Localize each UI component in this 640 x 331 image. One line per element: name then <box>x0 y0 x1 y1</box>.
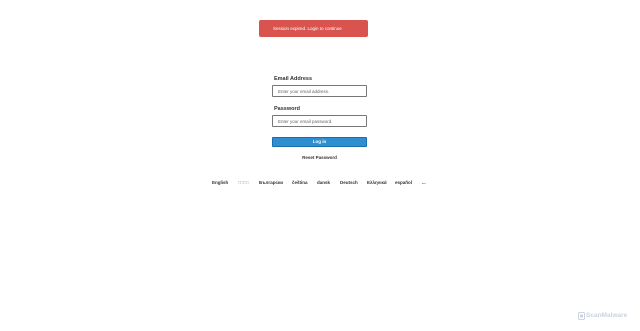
login-button[interactable]: Log in <box>272 137 367 147</box>
password-field[interactable] <box>272 115 367 127</box>
watermark-text: ScanMalware <box>586 312 628 319</box>
scanmalware-logo-icon <box>578 312 585 320</box>
language-link-danish[interactable]: dansk <box>317 180 330 185</box>
more-languages-link[interactable]: ... <box>422 180 426 185</box>
language-link-greek[interactable]: Ελληνικά <box>367 180 387 185</box>
language-link-czech[interactable]: čeština <box>292 180 308 185</box>
language-selector: English □□□□ Български čeština dansk Deu… <box>0 180 640 188</box>
reset-password-link[interactable]: Reset Password <box>272 155 367 160</box>
language-link-german[interactable]: Deutsch <box>340 180 358 185</box>
password-label: Password <box>274 106 300 112</box>
email-label: Email Address <box>274 76 313 82</box>
email-field[interactable] <box>272 85 367 97</box>
session-expired-alert: Session expired. Login to continue <box>259 20 368 37</box>
language-link-spanish[interactable]: español <box>395 180 412 185</box>
language-link-bulgarian[interactable]: Български <box>259 180 283 185</box>
language-link-english[interactable]: English <box>212 180 228 185</box>
language-link-unrendered[interactable]: □□□□ <box>238 180 249 185</box>
